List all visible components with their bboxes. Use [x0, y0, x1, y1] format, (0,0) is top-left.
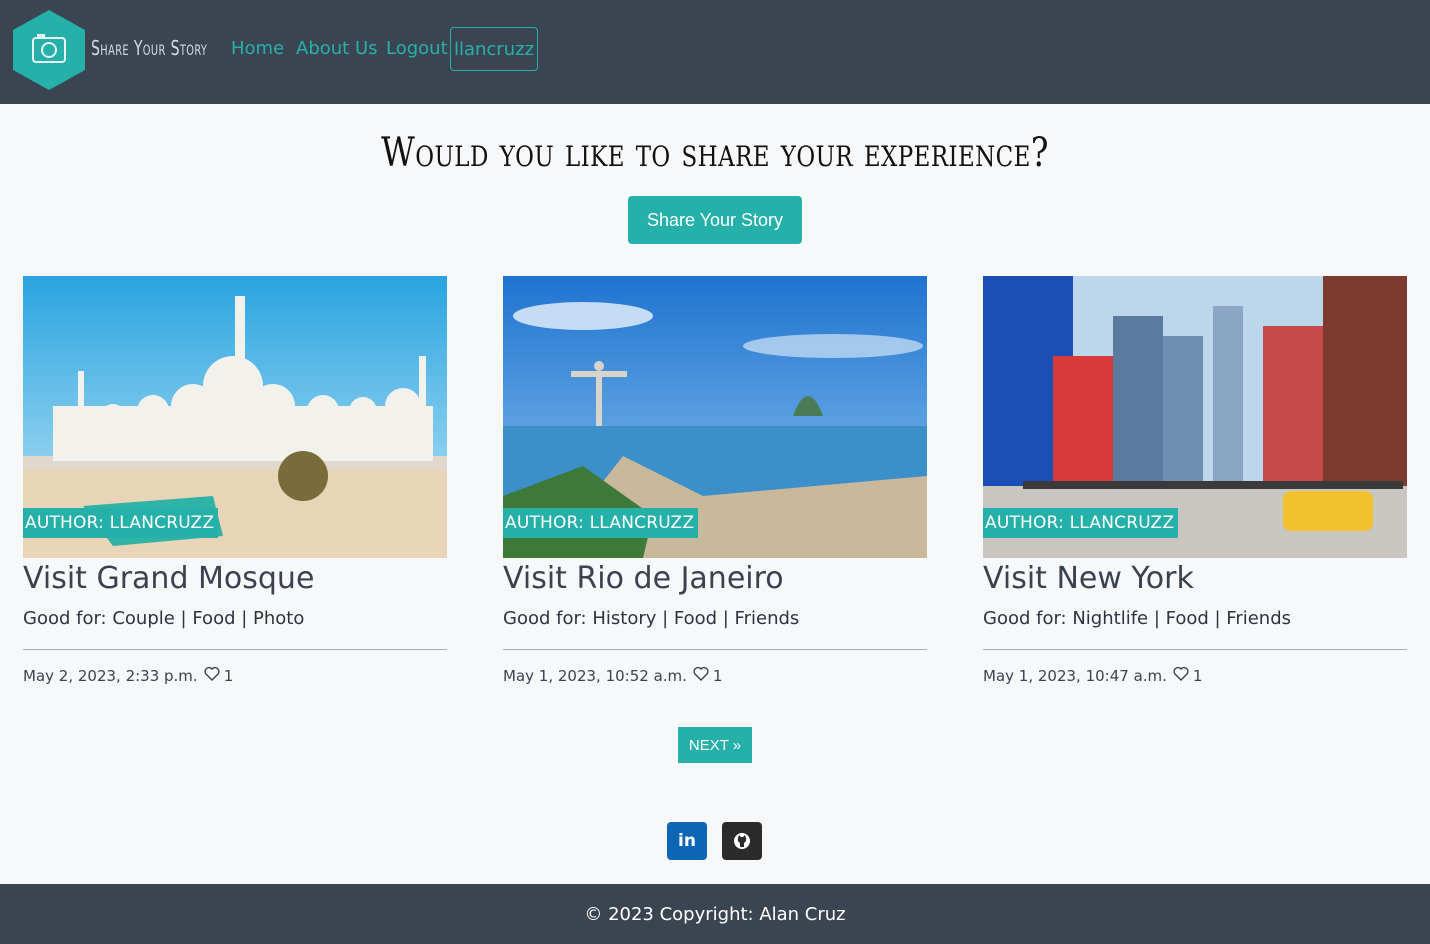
nav-about-link[interactable]: About Us — [296, 38, 378, 59]
card-title[interactable]: Visit Rio de Janeiro — [503, 560, 927, 598]
author-tag[interactable]: Author: llancruzz — [983, 508, 1179, 538]
linkedin-icon[interactable]: in — [667, 822, 707, 860]
rio-de-janeiro-photo[interactable]: Author: llancruzz — [503, 276, 927, 558]
nav-home-link[interactable]: Home — [231, 38, 284, 59]
footer: © 2023 Copyright: Alan Cruz — [0, 884, 1430, 944]
heart-icon[interactable] — [204, 666, 220, 685]
card-divider — [23, 649, 447, 650]
card-tags: Good for: Couple | Food | Photo — [23, 608, 305, 629]
new-york-photo[interactable]: Author: llancruzz — [983, 276, 1407, 558]
like-count: 1 — [712, 666, 723, 685]
like-count: 1 — [1192, 666, 1203, 685]
camera-logo-icon[interactable] — [13, 10, 85, 90]
card-divider — [503, 649, 927, 650]
card-tags: Good for: History | Food | Friends — [503, 608, 800, 629]
card-meta: May 1, 2023, 10:52 a.m. 1 — [503, 666, 927, 685]
card-title[interactable]: Visit New York — [983, 560, 1407, 598]
card-date: May 1, 2023, 10:47 a.m. — [983, 666, 1167, 685]
heart-icon[interactable] — [1173, 666, 1189, 685]
next-page-button[interactable]: Next » — [678, 727, 752, 763]
nav-logout-link[interactable]: Logout — [386, 38, 448, 59]
card-date: May 2, 2023, 2:33 p.m. — [23, 666, 198, 685]
share-story-button[interactable]: Share Your Story — [628, 196, 802, 244]
story-card[interactable]: Author: llancruzz Visit Grand Mosque Goo… — [23, 276, 447, 685]
card-divider — [983, 649, 1407, 650]
story-card[interactable]: Author: llancruzz Visit New York Good fo… — [983, 276, 1407, 685]
hero-title: Would you like to share your experience? — [381, 130, 1049, 176]
story-card[interactable]: Author: llancruzz Visit Rio de Janeiro G… — [503, 276, 927, 685]
card-meta: May 2, 2023, 2:33 p.m. 1 — [23, 666, 447, 685]
card-title[interactable]: Visit Grand Mosque — [23, 560, 447, 598]
card-date: May 1, 2023, 10:52 a.m. — [503, 666, 687, 685]
author-tag[interactable]: Author: llancruzz — [23, 508, 219, 538]
heart-icon[interactable] — [693, 666, 709, 685]
nav-user-button[interactable]: llancruzz — [450, 27, 538, 71]
brand-name[interactable]: Share Your Story — [91, 36, 207, 60]
card-tags: Good for: Nightlife | Food | Friends — [983, 608, 1292, 629]
like-count: 1 — [223, 666, 234, 685]
navbar: Share Your Story Home About Us Logout ll… — [0, 0, 1430, 104]
author-tag[interactable]: Author: llancruzz — [503, 508, 699, 538]
github-icon[interactable] — [722, 822, 762, 860]
copyright-text: © 2023 Copyright: Alan Cruz — [584, 903, 846, 925]
card-meta: May 1, 2023, 10:47 a.m. 1 — [983, 666, 1407, 685]
grand-mosque-photo[interactable]: Author: llancruzz — [23, 276, 447, 558]
